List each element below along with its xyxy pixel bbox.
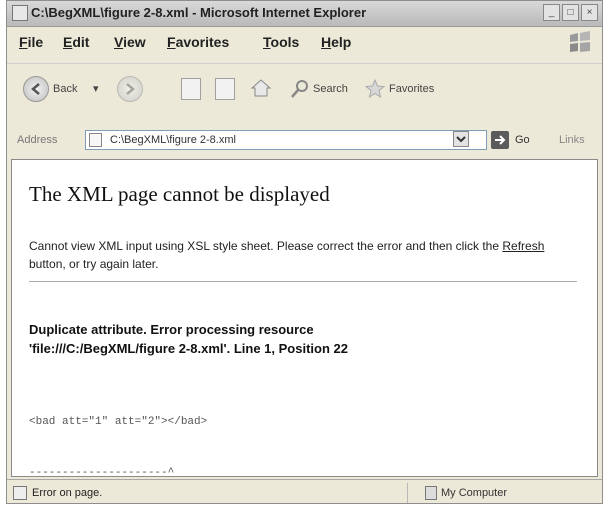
- standard-toolbar: Back ▾ Search Favorites: [7, 63, 602, 108]
- menu-file[interactable]: File: [19, 34, 43, 50]
- stop-button[interactable]: [181, 78, 201, 100]
- address-label: Address: [17, 134, 58, 146]
- go-label[interactable]: Go: [515, 134, 530, 146]
- page-content: The XML page cannot be displayed Cannot …: [11, 159, 598, 479]
- close-button[interactable]: ×: [581, 4, 598, 21]
- error-detail: Duplicate attribute. Error processing re…: [29, 320, 589, 358]
- menu-bar: File Edit View Favorites Tools Help: [7, 28, 602, 56]
- back-button[interactable]: [23, 76, 49, 102]
- error-message: Cannot view XML input using XSL style sh…: [29, 237, 579, 273]
- forward-button[interactable]: [117, 76, 143, 102]
- address-value: C:\BegXML\figure 2-8.xml: [110, 134, 236, 146]
- back-label: Back: [53, 83, 78, 95]
- menu-favorites[interactable]: Favorites: [167, 34, 229, 50]
- error-page-icon[interactable]: [13, 486, 27, 500]
- divider: [29, 281, 577, 282]
- windows-flag-icon: [570, 31, 590, 52]
- window-title: C:\BegXML\figure 2-8.xml - Microsoft Int…: [31, 5, 367, 20]
- go-button[interactable]: [491, 131, 509, 149]
- address-bar: Address C:\BegXML\figure 2-8.xml Go Link…: [7, 129, 602, 153]
- title-bar[interactable]: C:\BegXML\figure 2-8.xml - Microsoft Int…: [7, 1, 602, 27]
- address-input[interactable]: C:\BegXML\figure 2-8.xml: [85, 130, 487, 150]
- message-suffix: button, or try again later.: [29, 257, 159, 271]
- status-text: Error on page.: [32, 487, 103, 499]
- computer-icon: [425, 486, 437, 500]
- back-arrow-icon: [31, 83, 40, 95]
- menu-tools[interactable]: Tools: [263, 34, 299, 50]
- menu-help[interactable]: Help: [321, 34, 351, 50]
- address-dropdown-button[interactable]: [453, 131, 469, 147]
- search-label: Search: [313, 83, 348, 95]
- chevron-down-icon: [456, 136, 466, 143]
- refresh-link[interactable]: Refresh: [502, 239, 544, 253]
- source-line: <bad att="1" att="2"></bad>: [29, 416, 208, 428]
- message-prefix: Cannot view XML input using XSL style sh…: [29, 239, 500, 253]
- back-dropdown-icon[interactable]: ▾: [93, 82, 99, 95]
- status-divider: [407, 483, 408, 503]
- refresh-button[interactable]: [215, 78, 235, 100]
- search-icon[interactable]: [289, 78, 311, 100]
- menu-view[interactable]: View: [114, 34, 146, 50]
- go-arrow-icon: [495, 135, 506, 145]
- zone-text: My Computer: [441, 487, 508, 499]
- home-icon[interactable]: [249, 76, 273, 100]
- error-line-2: 'file:///C:/BegXML/figure 2-8.xml'. Line…: [29, 341, 348, 356]
- forward-arrow-icon: [126, 83, 135, 95]
- minimize-button[interactable]: _: [543, 4, 560, 21]
- maximize-button[interactable]: □: [562, 4, 579, 21]
- window-controls: _ □ ×: [543, 4, 598, 21]
- browser-window: C:\BegXML\figure 2-8.xml - Microsoft Int…: [6, 0, 603, 504]
- menu-edit[interactable]: Edit: [63, 34, 89, 50]
- favorites-label: Favorites: [389, 83, 435, 95]
- favorites-star-icon[interactable]: [363, 77, 387, 101]
- error-line-1: Duplicate attribute. Error processing re…: [29, 322, 314, 337]
- ie-app-icon: [12, 5, 28, 21]
- error-heading: The XML page cannot be displayed: [29, 182, 330, 206]
- page-icon: [89, 133, 102, 147]
- links-label[interactable]: Links: [559, 134, 585, 146]
- status-bar: Error on page. My Computer: [7, 479, 602, 506]
